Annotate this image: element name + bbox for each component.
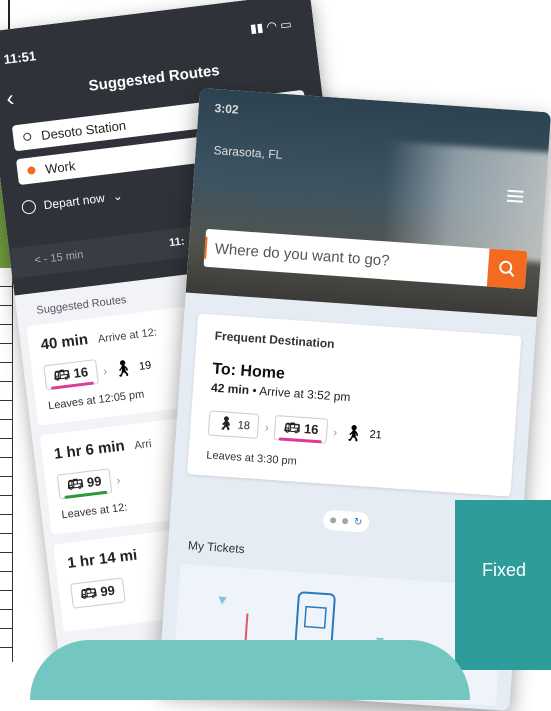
table-rows	[0, 268, 13, 662]
trip-duration: 42 min	[210, 380, 250, 398]
bus-chip: 🚌︎ 16	[43, 359, 99, 391]
origin-value: Desoto Station	[40, 117, 127, 143]
bus-icon: 🚌︎	[79, 584, 98, 602]
city-label: Sarasota, FL	[213, 143, 283, 162]
trip-leaves: Leaves at 3:30 pm	[205, 449, 298, 468]
bus-icon: 🚌︎	[52, 366, 71, 384]
teal-panel	[455, 500, 551, 670]
status-time: 3:02	[214, 101, 240, 117]
status-time: 11:51	[2, 48, 37, 68]
route-duration: 1 hr 14 mi	[66, 546, 139, 572]
walk-icon: 🚶︎	[217, 415, 235, 432]
walk-icon: 🚶︎	[111, 359, 135, 379]
fixed-label: Fixed	[482, 560, 527, 580]
destination-value: Work	[44, 157, 77, 177]
chevron-right-icon: ›	[332, 424, 338, 439]
route-arrive: Arri	[133, 437, 153, 452]
search-icon	[499, 260, 515, 277]
bus-number: 99	[99, 582, 116, 600]
walk-minutes: 19	[138, 358, 152, 373]
dot-icon	[329, 517, 337, 524]
bus-chip: 🚌︎ 99	[70, 577, 126, 609]
bus-chip: 🚌︎ 99	[56, 468, 112, 500]
teal-wave	[30, 640, 470, 700]
status-icons: ▮▮ ◠ ▭	[249, 16, 293, 36]
route-duration: 40 min	[39, 330, 89, 354]
route-arrive: Arrive at 12:	[97, 326, 158, 346]
chevron-right-icon: ›	[264, 419, 270, 435]
bus-chip: 🚌︎ 16	[274, 415, 329, 444]
bus-icon: 🚌︎	[283, 419, 301, 436]
bus-icon: 🚌︎	[66, 475, 85, 493]
bus-number: 16	[303, 421, 319, 438]
hamburger-menu-icon[interactable]	[506, 189, 524, 206]
card-label: Frequent Destination	[214, 328, 335, 351]
chevron-down-icon: ⌄	[111, 188, 124, 204]
origin-circle-icon	[22, 132, 32, 142]
chevron-right-icon: ›	[102, 363, 108, 378]
earlier-button[interactable]: < - 15 min	[34, 249, 84, 267]
depart-selector[interactable]: Depart now ⌄	[21, 189, 123, 215]
route-color-bar	[279, 437, 322, 444]
search-button[interactable]	[486, 248, 528, 290]
carousel-pill: ↻	[322, 509, 370, 533]
clock-icon	[21, 199, 37, 215]
dot-icon	[341, 517, 349, 525]
trip-legs: 🚶︎ 18 › 🚌︎ 16 › 🚶︎ 21	[207, 410, 497, 455]
refresh-icon: ↻	[353, 516, 363, 528]
route-duration: 1 hr 6 min	[53, 437, 126, 463]
bus-number: 99	[86, 473, 103, 491]
walk-chip: 🚶︎ 18	[207, 410, 260, 439]
hero-banner: 3:02 Sarasota, FL	[185, 88, 551, 318]
destination-dot-icon	[26, 166, 36, 175]
depart-label: Depart now	[42, 190, 106, 213]
walk-icon: 🚶︎	[342, 424, 365, 443]
current-time: 11:	[168, 235, 186, 250]
frequent-destination-card[interactable]: Frequent Destination To: Home 42 min • A…	[187, 313, 522, 497]
chevron-right-icon: ›	[115, 472, 122, 487]
bus-number: 16	[72, 364, 89, 381]
walk-minutes: 18	[237, 419, 251, 433]
walk-minutes: 21	[369, 428, 383, 442]
